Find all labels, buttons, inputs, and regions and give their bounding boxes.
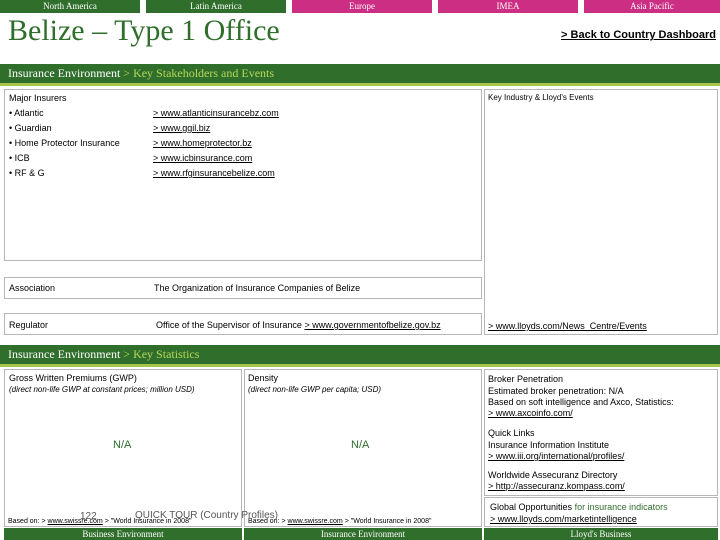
insurer-name: • Home Protector Insurance <box>9 138 120 148</box>
density-value: N/A <box>351 439 370 451</box>
major-insurers-heading: Major Insurers <box>9 93 67 103</box>
section-subtitle: > Key Statistics <box>123 347 200 361</box>
events-link[interactable]: > www.lloyds.com/News_Centre/Events <box>488 319 647 334</box>
association-row: Association The Organization of Insuranc… <box>4 277 482 299</box>
tab-asia-pacific[interactable]: Asia Pacific <box>584 0 720 13</box>
source-suffix: > "World Insurance in 2008" <box>344 518 432 525</box>
gwp-heading: Gross Written Premiums (GWP) <box>9 373 137 383</box>
events-panel: Key Industry & Lloyd's Events > www.lloy… <box>484 89 718 335</box>
global-text: Global Opportunities <box>490 502 573 512</box>
quick-links-link1[interactable]: > www.iii.org/international/profiles/ <box>488 451 624 461</box>
insurer-name: • Guardian <box>9 123 52 133</box>
global-link[interactable]: > www.lloyds.com/marketintelligence <box>490 514 637 524</box>
regulator-link[interactable]: > www.governmentofbelize.gov.bz <box>304 320 440 330</box>
major-insurers-panel: Major Insurers • Atlantic > www.atlantic… <box>4 89 482 261</box>
gwp-note: (direct non-life GWP at constant prices;… <box>9 385 195 394</box>
back-to-dashboard-link[interactable]: > Back to Country Dashboard <box>561 29 716 41</box>
broker-line2: Based on soft intelligence and Axco, Sta… <box>488 397 674 407</box>
insurer-link[interactable]: > www.homeprotector.bz <box>153 136 252 151</box>
density-note: (direct non-life GWP per capita; USD) <box>248 385 382 394</box>
gwp-panel: Gross Written Premiums (GWP) (direct non… <box>4 369 242 527</box>
events-heading: Key Industry & Lloyd's Events <box>488 93 594 102</box>
regulator-row: Regulator Office of the Supervisor of In… <box>4 313 482 335</box>
insurer-link[interactable]: > www.atlanticinsurancebz.com <box>153 106 279 121</box>
footer-tab-lloyds[interactable]: Lloyd's Business <box>484 528 718 540</box>
source-link[interactable]: www.swissre.com <box>288 518 343 525</box>
global-accent: for insurance indicators <box>574 502 668 512</box>
regulator-value: Office of the Supervisor of Insurance <box>156 320 302 330</box>
insurer-link[interactable]: > www.rfginsurancebelize.com <box>153 166 275 181</box>
regulator-value-row: Office of the Supervisor of Insurance > … <box>156 318 441 333</box>
quick-links-line1: Insurance Information Institute <box>488 440 610 450</box>
insurer-name: • RF & G <box>9 168 45 178</box>
tab-europe[interactable]: Europe <box>292 0 432 13</box>
global-opportunities-panel: Global Opportunities for insurance indic… <box>484 497 718 527</box>
association-label: Association <box>9 283 56 293</box>
broker-line1: Estimated broker penetration: N/A <box>488 386 624 396</box>
broker-heading: Broker Penetration <box>488 374 564 384</box>
section-title: Insurance Environment <box>8 347 121 361</box>
insurer-name: • ICB <box>9 153 30 163</box>
insurer-link[interactable]: > www.icbinsurance.com <box>153 151 252 166</box>
insurer-name: • Atlantic <box>9 108 44 118</box>
section-title: Insurance Environment <box>8 66 121 80</box>
quick-links-link2[interactable]: > http://assecuranz.kompass.com/ <box>488 481 625 491</box>
broker-panel: Broker Penetration Estimated broker pene… <box>484 369 718 496</box>
quick-links-heading: Quick Links <box>488 428 535 438</box>
source-prefix: Based on: > <box>8 518 46 525</box>
page-number: 122 <box>80 511 97 522</box>
regulator-label: Regulator <box>9 320 49 330</box>
association-value: The Organization of Insurance Companies … <box>154 283 361 293</box>
footer-tab-business[interactable]: Business Environment <box>4 528 242 540</box>
quick-links-line2: Worldwide Assecuranz Directory <box>488 470 618 480</box>
insurer-link[interactable]: > www.ggil.biz <box>153 121 210 136</box>
page-title: Belize – Type 1 Office <box>8 14 280 47</box>
section-subtitle: > Key Stakeholders and Events <box>123 66 275 80</box>
broker-link[interactable]: > www.axcoinfo.com/ <box>488 408 573 418</box>
quick-tour-label: QUICK TOUR (Country Profiles) <box>135 510 278 521</box>
global-text-row: Global Opportunities for insurance indic… <box>490 502 668 512</box>
section-header-statistics: Insurance Environment > Key Statistics <box>0 345 720 367</box>
tab-north-america[interactable]: North America <box>0 0 140 13</box>
footer-tab-insurance[interactable]: Insurance Environment <box>244 528 482 540</box>
density-heading: Density <box>248 373 279 383</box>
section-header-stakeholders: Insurance Environment > Key Stakeholders… <box>0 64 720 86</box>
tab-latin-america[interactable]: Latin America <box>146 0 286 13</box>
tab-imea[interactable]: IMEA <box>438 0 578 13</box>
density-panel: Density (direct non-life GWP per capita;… <box>244 369 482 527</box>
gwp-value: N/A <box>113 439 132 451</box>
